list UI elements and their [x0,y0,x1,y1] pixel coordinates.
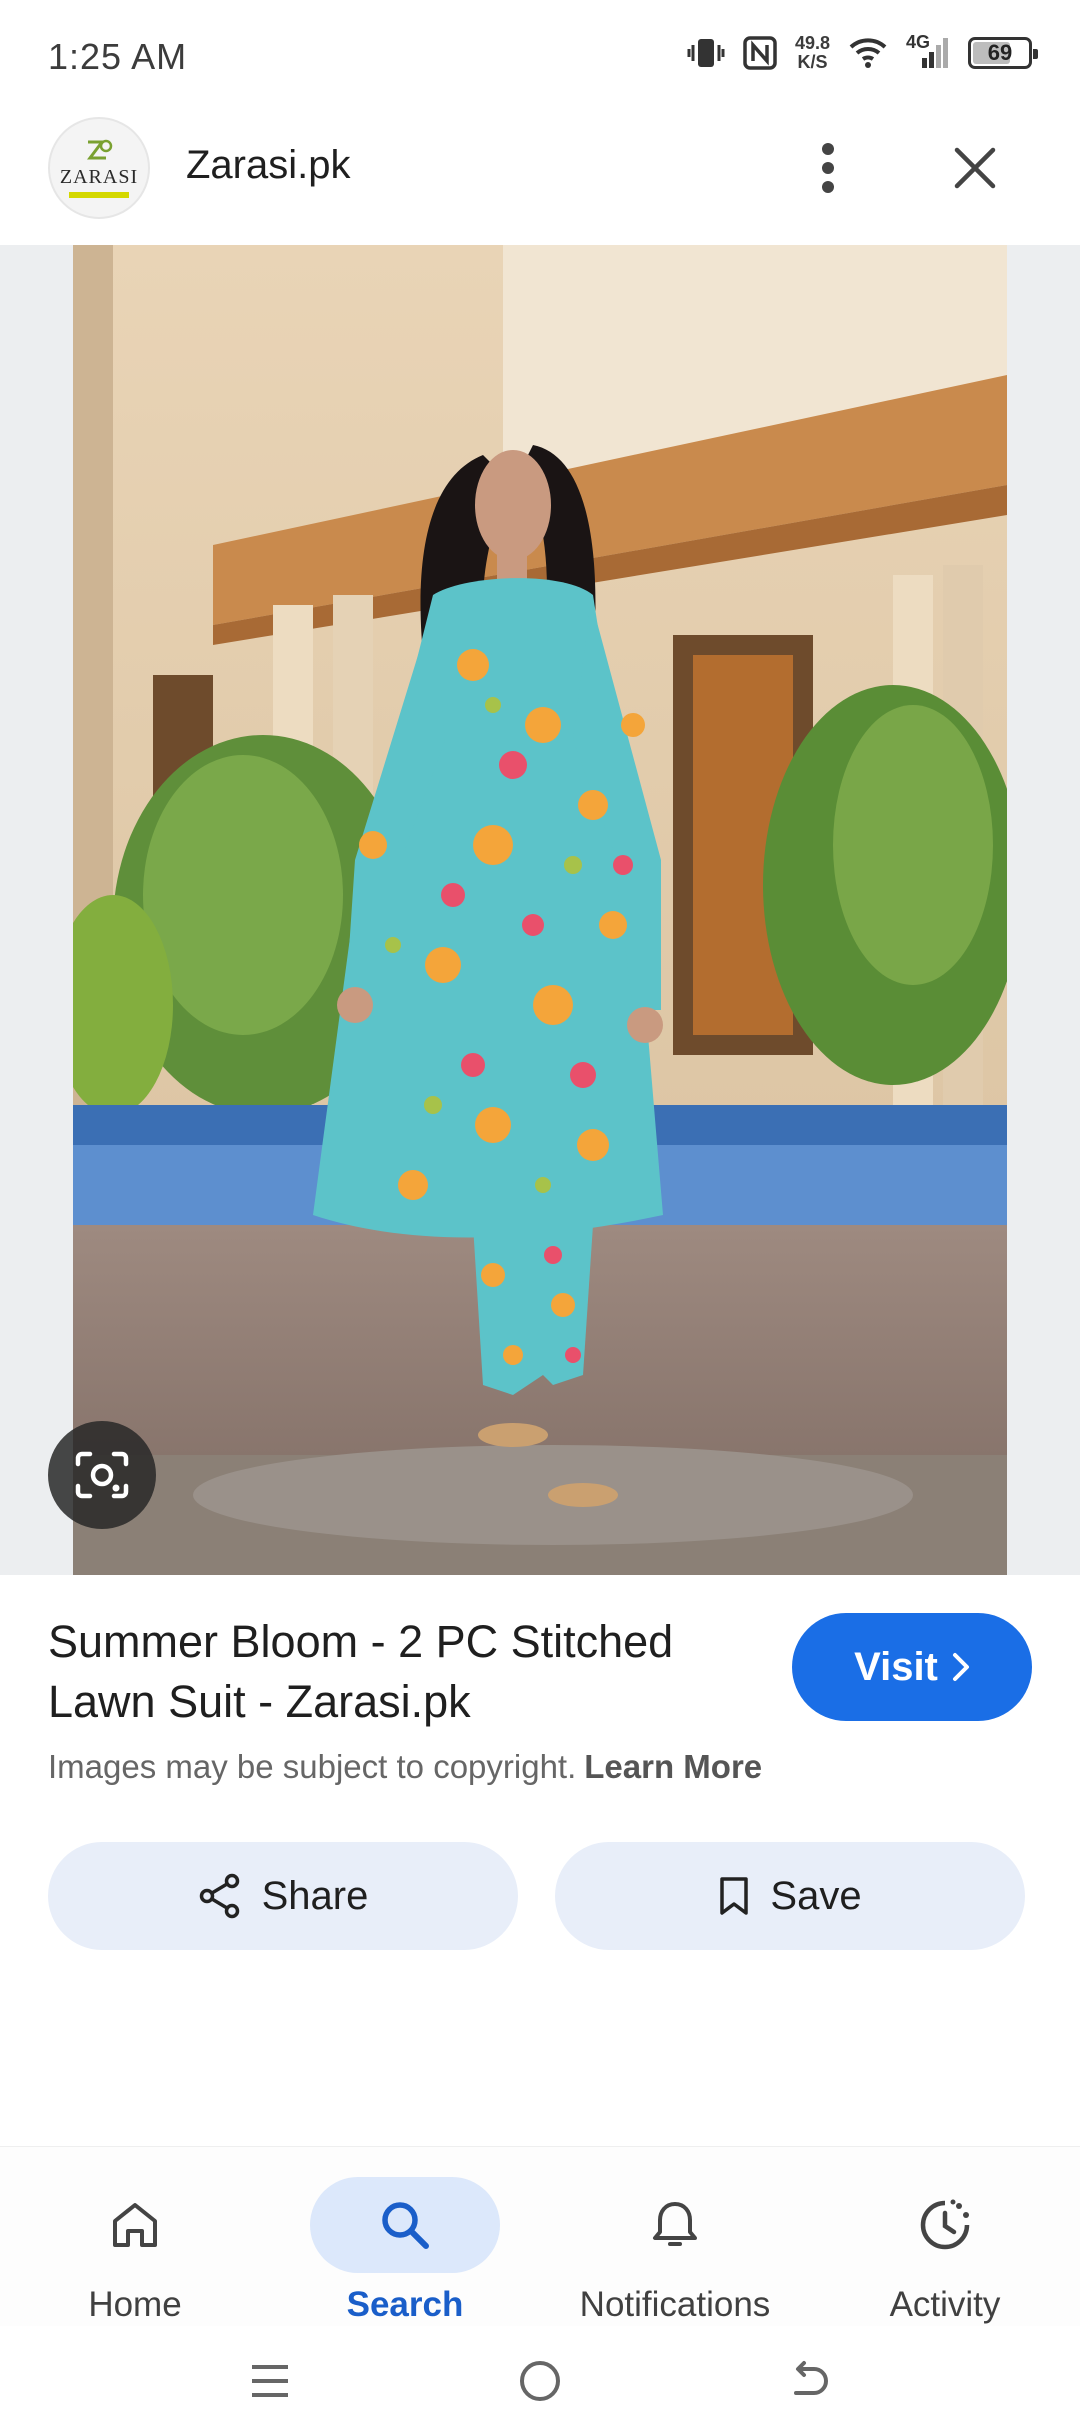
status-icons: 49.8 K/S 4G 69 [687,32,1038,72]
nav-label-search: Search [346,2285,464,2324]
nav-item-search[interactable]: Search [270,2161,540,2324]
back-icon [794,2361,828,2395]
visit-label: Visit [854,1644,938,1689]
cell-signal-icon: 4G [906,32,950,70]
logo-text: ZARASI [59,166,139,188]
learn-more-link[interactable]: Learn More [584,1748,762,1785]
system-navigation-bar [0,2326,1080,2436]
nav-icon-container [580,2177,770,2273]
status-bar: 1:25 AM 49.8 K/S 4G 69 [0,0,1080,110]
battery-level: 69 [987,40,1013,65]
battery-icon: 69 [968,37,1038,69]
product-image[interactable] [73,245,1007,1575]
circle-home-icon [520,2361,560,2401]
lens-icon [75,1451,129,1499]
chevron-right-icon [952,1653,969,1681]
product-photo [73,245,1007,1575]
close-button[interactable] [940,132,1010,204]
net-speed-unit: K/S [797,52,828,72]
logo-emblem-icon [87,139,113,160]
net-speed: 49.8 K/S [795,34,830,72]
site-name[interactable]: Zarasi.pk [186,143,351,188]
home-icon [113,2203,157,2247]
vibrate-icon [687,36,725,70]
nav-label-activity: Activity [889,2285,1001,2324]
bookmark-icon [720,1877,749,1915]
bell-icon [653,2202,697,2246]
logo-bar [69,192,129,198]
nav-item-notifications[interactable]: Notifications [540,2161,810,2324]
share-label: Share [261,1873,369,1918]
recent-apps-button[interactable] [230,2346,310,2416]
nfc-icon [743,36,777,70]
net-speed-value: 49.8 [794,33,830,53]
home-system-button[interactable] [500,2346,580,2416]
header: ZARASI Zarasi.pk [0,110,1080,245]
save-button[interactable]: Save [555,1842,1025,1950]
nav-item-home[interactable]: Home [0,2161,270,2324]
more-options-button[interactable] [800,132,856,204]
nav-item-activity[interactable]: Activity [810,2161,1080,2324]
nav-label-home: Home [88,2285,182,2324]
nav-label-notifications: Notifications [579,2285,771,2324]
close-icon [954,147,996,189]
site-logo: ZARASI [48,117,150,219]
wifi-icon [848,37,888,69]
bottom-navigation: Home Search Notifications Activity [0,2146,1080,2326]
more-vert-icon [822,143,834,193]
back-system-button[interactable] [770,2346,850,2416]
google-lens-button[interactable] [48,1421,156,1529]
image-viewer [0,245,1080,1575]
copyright-notice: Images may be subject to copyright. Learn… [48,1748,762,1786]
status-time: 1:25 AM [48,36,188,77]
save-label: Save [770,1873,862,1918]
activity-icon [920,2199,970,2250]
copyright-text: Images may be subject to copyright. [48,1748,577,1785]
menu-icon [252,2365,288,2397]
nav-icon-container [40,2177,230,2273]
visit-button[interactable]: Visit [792,1613,1032,1721]
product-title[interactable]: Summer Bloom - 2 PC Stitched Lawn Suit -… [48,1612,748,1732]
share-icon [199,1873,239,1919]
nav-icon-container [310,2177,500,2273]
share-button[interactable]: Share [48,1842,518,1950]
nav-icon-container [850,2177,1040,2273]
search-icon [382,2202,429,2249]
